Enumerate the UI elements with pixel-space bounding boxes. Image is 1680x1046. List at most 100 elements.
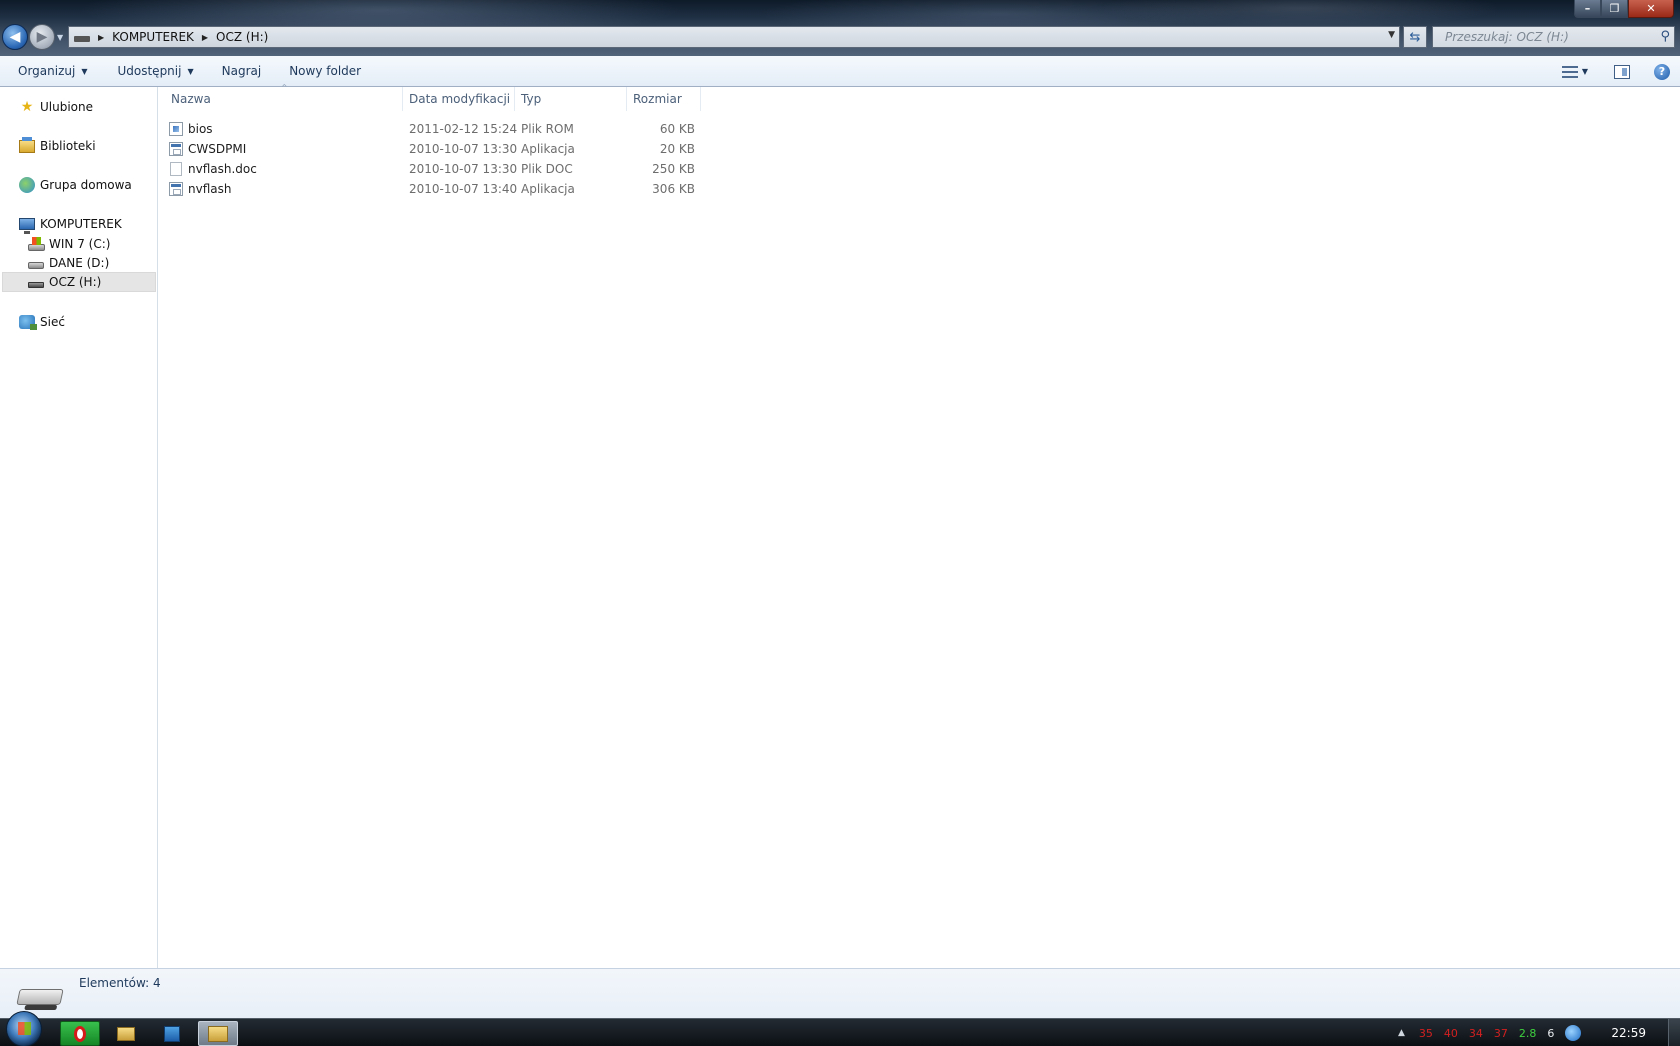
organize-label: Organizuj (18, 64, 76, 78)
new-folder-button[interactable]: Nowy folder (280, 59, 370, 83)
chevron-down-icon: ▼ (81, 66, 88, 76)
sort-ascending-icon: ^ (281, 83, 288, 92)
tray-value: 40 (1443, 1026, 1458, 1040)
homegroup-icon (19, 177, 35, 193)
tray-app-icon[interactable] (1565, 1025, 1582, 1041)
column-header-name[interactable]: Nazwa ^ (165, 83, 403, 111)
sidebar-item-drive-d[interactable]: DANE (D:) (28, 253, 109, 273)
column-header-size[interactable]: Rozmiar (627, 87, 701, 111)
file-row[interactable]: CWSDPMI 2010-10-07 13:30 Aplikacja 20 KB (159, 139, 719, 159)
usb-drive-icon (74, 36, 90, 42)
share-label: Udostępnij (117, 64, 182, 78)
system-drive-icon (28, 237, 45, 251)
rom-file-icon (169, 122, 183, 136)
usb-drive-icon (28, 282, 44, 288)
folder-icon (117, 1026, 135, 1041)
view-options-dropdown-icon[interactable]: ▼ (1582, 67, 1588, 76)
search-input[interactable]: Przeszukaj: OCZ (H:) ⚲ (1432, 26, 1675, 48)
application-icon (169, 182, 183, 196)
taskbar-app-button[interactable] (152, 1021, 192, 1046)
breadcrumb-computer[interactable]: KOMPUTEREK (112, 30, 194, 44)
organize-button[interactable]: Organizuj ▼ (9, 59, 96, 83)
taskbar-opera-button[interactable] (60, 1021, 100, 1046)
usb-drive-icon (16, 989, 64, 1005)
start-button[interactable] (6, 1011, 42, 1046)
file-size: 60 KB (659, 122, 695, 136)
show-hidden-icons-icon[interactable]: ▲ (1398, 1028, 1405, 1038)
tray-value: 6 (1547, 1026, 1555, 1040)
system-tray: ▲ 35 40 34 37 2.8 6 22:59 (1398, 1019, 1680, 1046)
search-placeholder: Przeszukaj: OCZ (H:) (1445, 30, 1569, 44)
file-name: bios (188, 122, 213, 136)
sidebar-item-label: DANE (D:) (49, 256, 110, 270)
sidebar-item-drive-c[interactable]: WIN 7 (C:) (28, 234, 110, 254)
star-icon: ★ (20, 99, 34, 115)
tray-value: 2.8 (1518, 1026, 1537, 1040)
burn-label: Nagraj (221, 64, 262, 78)
column-header-type[interactable]: Typ (515, 87, 627, 111)
file-row[interactable]: nvflash.doc 2010-10-07 13:30 Plik DOC 25… (159, 159, 719, 179)
file-modified: 2010-10-07 13:40 (409, 182, 518, 196)
recent-pages-dropdown[interactable]: ▼ (57, 33, 63, 42)
sidebar-item-label: WIN 7 (C:) (49, 237, 111, 251)
tray-value: 34 (1468, 1026, 1483, 1040)
sidebar-item-label: Grupa domowa (40, 178, 132, 192)
file-type: Plik ROM (521, 122, 574, 136)
details-pane: Elementów: 4 (0, 968, 1680, 1018)
app-icon (164, 1025, 180, 1042)
search-icon[interactable]: ⚲ (1660, 29, 1670, 44)
new-folder-label: Nowy folder (289, 64, 362, 78)
sidebar-item-libraries[interactable]: Biblioteki (19, 136, 96, 156)
title-bar: – ❐ ✕ ◀ ▶ ▼ ▶ KOMPUTEREK ▶ OCZ (H:) ▼ ⇆ … (0, 0, 1680, 56)
burn-button[interactable]: Nagraj (213, 59, 271, 83)
command-bar: Organizuj ▼ Udostępnij ▼ Nagraj Nowy fol… (0, 56, 1680, 87)
command-bar-right: ▼ ? (1561, 56, 1680, 87)
application-icon (169, 142, 183, 156)
forward-button[interactable]: ▶ (29, 24, 55, 50)
item-count: Elementów: 4 (79, 976, 161, 990)
column-header-modified[interactable]: Data modyfikacji (403, 87, 515, 111)
sidebar-item-computer[interactable]: KOMPUTEREK (19, 214, 122, 234)
breadcrumb-chevron-icon[interactable]: ▶ (202, 33, 208, 42)
column-header-label: Data modyfikacji (409, 92, 511, 106)
sidebar-item-homegroup[interactable]: Grupa domowa (19, 175, 132, 195)
taskbar-explorer-active-button[interactable] (198, 1021, 238, 1046)
share-button[interactable]: Udostępnij ▼ (108, 59, 202, 83)
back-button[interactable]: ◀ (2, 24, 28, 50)
file-size: 20 KB (659, 142, 695, 156)
close-button[interactable]: ✕ (1628, 0, 1674, 18)
clock[interactable]: 22:59 (1611, 1026, 1646, 1040)
file-name: CWSDPMI (188, 142, 247, 156)
sidebar-item-label: Ulubione (40, 100, 94, 114)
minimize-button[interactable]: – (1574, 0, 1601, 18)
breadcrumb-chevron-icon[interactable]: ▶ (98, 33, 104, 42)
document-icon (170, 162, 182, 176)
network-icon (19, 315, 37, 330)
tray-value: 37 (1493, 1026, 1508, 1040)
taskbar-explorer-pinned-button[interactable] (106, 1021, 146, 1046)
help-icon[interactable]: ? (1654, 63, 1670, 80)
file-modified: 2011-02-12 15:24 (409, 122, 518, 136)
file-row[interactable]: bios 2011-02-12 15:24 Plik ROM 60 KB (159, 119, 719, 139)
file-name: nvflash.doc (188, 162, 257, 176)
address-bar[interactable]: ▶ KOMPUTEREK ▶ OCZ (H:) ▼ (68, 26, 1400, 48)
preview-pane-icon[interactable] (1614, 64, 1630, 79)
change-view-icon[interactable] (1561, 65, 1578, 78)
window-controls: – ❐ ✕ (1574, 0, 1674, 18)
address-dropdown-icon[interactable]: ▼ (1388, 30, 1395, 40)
computer-icon (19, 218, 35, 234)
folder-icon (208, 1025, 228, 1042)
file-modified: 2010-10-07 13:30 (409, 142, 518, 156)
refresh-button[interactable]: ⇆ (1403, 26, 1427, 48)
show-desktop-button[interactable] (1668, 1019, 1680, 1046)
file-list: Nazwa ^ Data modyfikacji Typ Rozmiar bio… (159, 83, 1680, 968)
maximize-button[interactable]: ❐ (1601, 0, 1628, 18)
file-row[interactable]: nvflash 2010-10-07 13:40 Aplikacja 306 K… (159, 179, 719, 199)
breadcrumb-drive[interactable]: OCZ (H:) (216, 30, 268, 44)
tray-value: 35 (1418, 1026, 1433, 1040)
file-size: 306 KB (652, 182, 695, 196)
navigation-pane: ★ Ulubione Biblioteki Grupa domowa KOMPU… (0, 87, 158, 968)
sidebar-item-network[interactable]: Sieć (19, 312, 65, 332)
sidebar-item-favorites[interactable]: ★ Ulubione (19, 97, 93, 117)
sidebar-item-drive-h[interactable]: OCZ (H:) (2, 272, 156, 292)
